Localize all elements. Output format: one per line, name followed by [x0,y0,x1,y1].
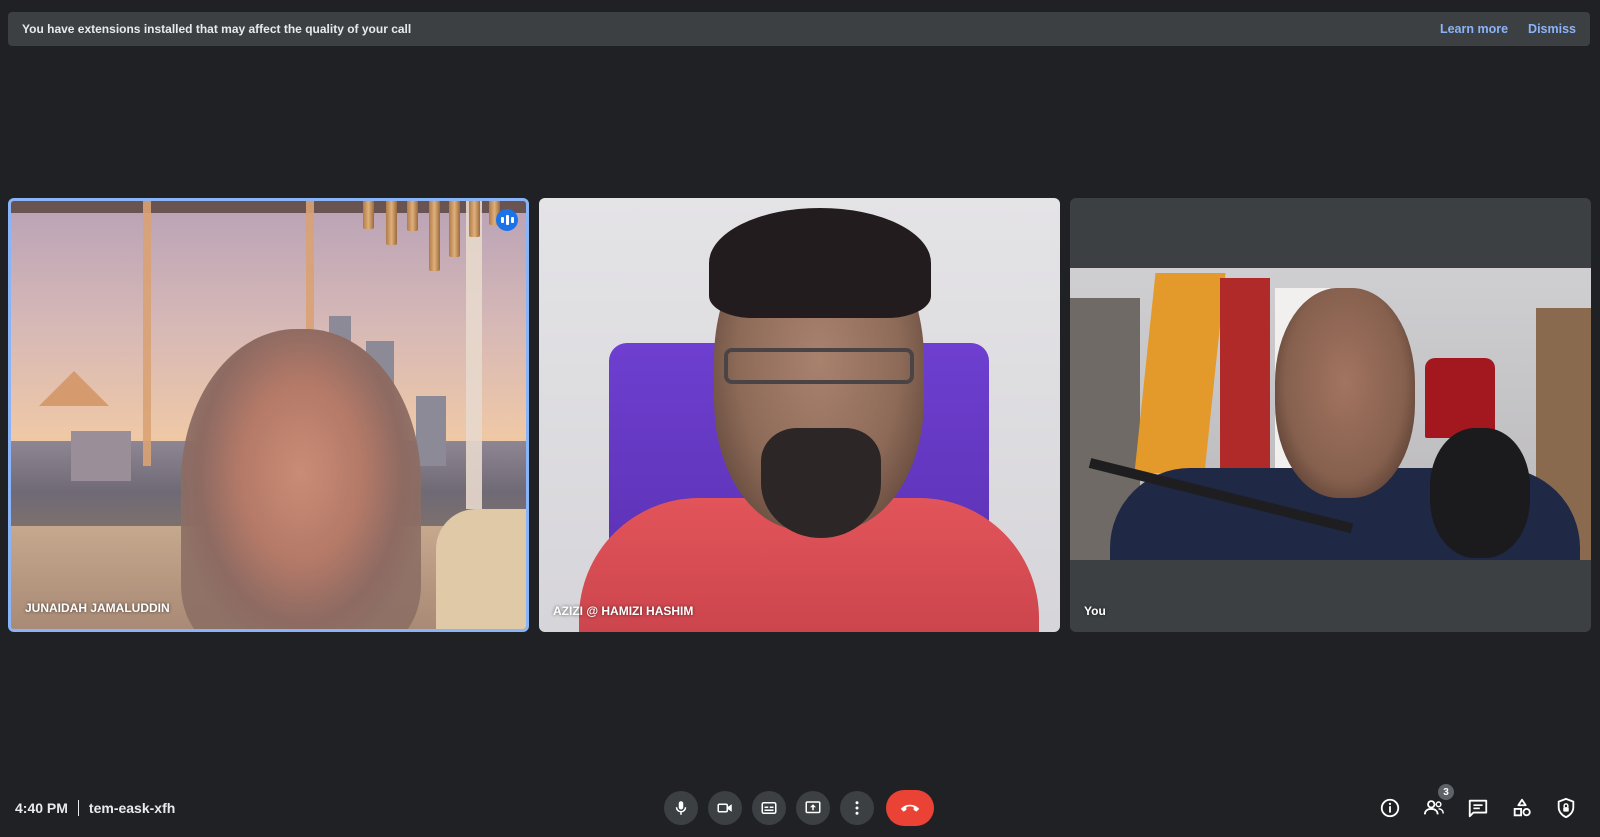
divider [77,800,79,816]
extensions-warning-banner: You have extensions installed that may a… [8,12,1590,46]
side-panel-buttons: 3 [1378,784,1578,831]
participant-tile-junaidah[interactable]: JUNAIDAH JAMALUDDIN [8,198,529,632]
participant-name: JUNAIDAH JAMALUDDIN [25,601,170,615]
present-screen-icon [805,801,821,814]
chat-icon [1468,799,1488,818]
meeting-code: tem-eask-xfh [88,800,176,816]
call-controls [664,785,934,831]
meet-window: You have extensions installed that may a… [0,0,1600,837]
participant-count-badge: 3 [1438,784,1454,800]
captions-button[interactable] [752,791,786,825]
more-options-icon [855,801,859,815]
meeting-details-icon [1380,798,1400,818]
more-options-button[interactable] [840,791,874,825]
participant-video [11,201,526,629]
end-call-icon [900,804,920,812]
learn-more-link[interactable]: Learn more [1440,22,1508,36]
meeting-details-button[interactable] [1378,796,1402,820]
chat-button[interactable] [1466,796,1490,820]
host-controls-icon [1557,797,1575,819]
meeting-info: 4:40 PM tem-eask-xfh [15,785,175,831]
camera-button[interactable] [708,791,742,825]
self-video [1070,268,1591,560]
people-icon [1423,800,1444,815]
bottom-toolbar: 4:40 PM tem-eask-xfh 3 [0,784,1600,831]
end-call-button[interactable] [886,790,934,826]
participant-name: You [1084,604,1106,618]
present-screen-button[interactable] [796,791,830,825]
microphone-button[interactable] [664,791,698,825]
camera-icon [717,803,732,813]
captions-icon [761,802,777,814]
host-controls-button[interactable] [1554,796,1578,820]
dismiss-button[interactable]: Dismiss [1528,22,1576,36]
banner-message: You have extensions installed that may a… [22,22,412,36]
activities-button[interactable] [1510,796,1534,820]
people-button[interactable]: 3 [1422,784,1454,820]
participant-tile-self[interactable]: You [1070,198,1591,632]
participant-tile-azizi[interactable]: AZIZI @ HAMIZI HASHIM [539,198,1060,632]
speaking-indicator-icon [496,209,518,231]
meeting-time: 4:40 PM [15,800,68,816]
activities-icon [1513,798,1531,817]
microphone-icon [675,801,687,815]
participant-name: AZIZI @ HAMIZI HASHIM [553,604,694,618]
participant-video [539,198,1060,632]
